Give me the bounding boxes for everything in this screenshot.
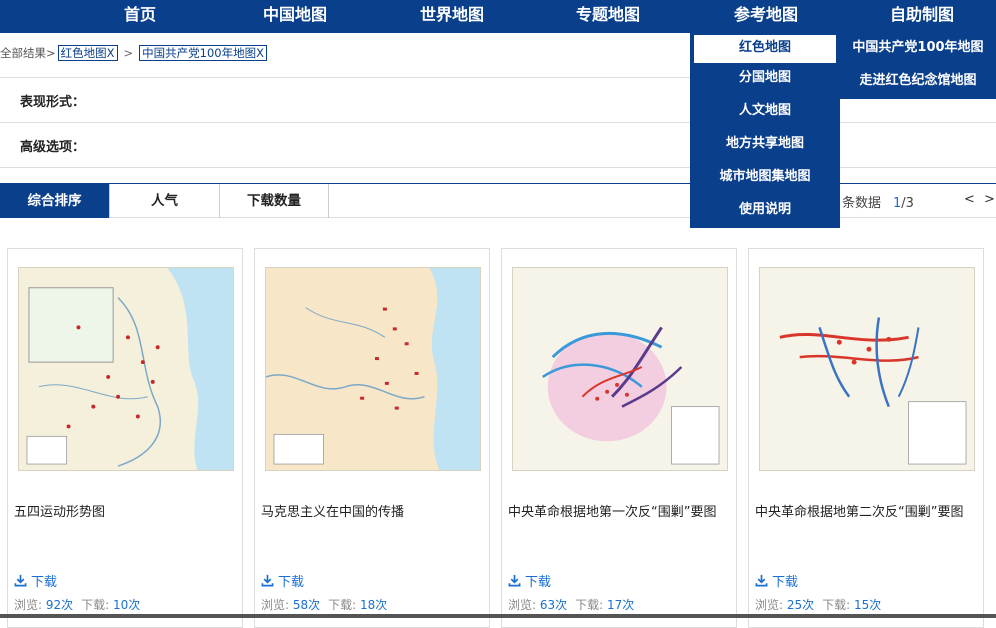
map-card: 中央革命根据地第二次反“围剿”要图 下载 浏览: 25次 下载: 15次 [748, 248, 984, 628]
menu-item-country-map[interactable]: 分国地图 [690, 63, 840, 96]
nav-china-map[interactable]: 中国地图 [245, 0, 345, 33]
nav-thematic-map[interactable]: 专题地图 [558, 0, 658, 33]
top-nav: 首页 中国地图 世界地图 专题地图 参考地图 自助制图 [0, 0, 996, 33]
map-title[interactable]: 五四运动形势图 [14, 501, 240, 520]
nav-reference-map[interactable]: 参考地图 [716, 0, 816, 33]
map-card: 五四运动形势图 下载 浏览: 92次 下载: 10次 [7, 248, 243, 628]
views-count: 25次 [786, 598, 815, 612]
download-icon [755, 574, 768, 587]
divider [0, 167, 996, 168]
download-link[interactable]: 下载 [14, 571, 57, 590]
form-filter-label: 表现形式： [20, 95, 86, 110]
result-count: 条数据 1/3 [842, 192, 914, 211]
views-label: 浏览: [508, 598, 537, 612]
views-count: 63次 [539, 598, 568, 612]
downloads-count: 15次 [854, 598, 882, 612]
menu-item-humanities-map[interactable]: 人文地图 [690, 96, 840, 129]
download-label: 下载 [31, 575, 58, 590]
sort-tab-comprehensive[interactable]: 综合排序 [0, 184, 110, 218]
downloads-label: 下载: [328, 598, 357, 612]
menu-item-red-map[interactable]: 红色地图 [694, 35, 836, 63]
download-icon [14, 574, 27, 587]
card-stats: 浏览: 25次 下载: 15次 [755, 596, 889, 613]
map-thumbnail[interactable] [512, 267, 728, 471]
views-count: 92次 [45, 598, 74, 612]
submenu-item-red-memorials[interactable]: 走进红色纪念馆地图 [840, 66, 996, 99]
map-thumbnail-image [266, 268, 480, 470]
views-label: 浏览: [261, 598, 290, 612]
downloads-count: 17次 [607, 598, 635, 612]
next-page-button[interactable]: > [984, 192, 995, 207]
map-title[interactable]: 中央革命根据地第一次反“围剿”要图 [508, 501, 734, 520]
sort-tab-popularity[interactable]: 人气 [110, 184, 220, 218]
views-label: 浏览: [755, 598, 784, 612]
map-card: 中央革命根据地第一次反“围剿”要图 下载 浏览: 63次 下载: 17次 [501, 248, 737, 628]
map-title[interactable]: 马克思主义在中国的传播 [261, 501, 487, 520]
breadcrumb: 全部结果> 红色地图X > 中国共产党100年地图X [0, 44, 269, 62]
views-label: 浏览: [14, 598, 43, 612]
breadcrumb-separator: > [123, 46, 134, 60]
download-link[interactable]: 下载 [508, 571, 551, 590]
reference-map-dropdown: 红色地图 分国地图 人文地图 地方共享地图 城市地图集地图 使用说明 [690, 33, 840, 228]
views-count: 58次 [292, 598, 321, 612]
menu-item-local-shared-map[interactable]: 地方共享地图 [690, 129, 840, 162]
map-thumbnail[interactable] [265, 267, 481, 471]
nav-home[interactable]: 首页 [95, 0, 185, 33]
filter-tag-red-map[interactable]: 红色地图X [57, 45, 118, 61]
menu-item-usage-guide[interactable]: 使用说明 [690, 195, 840, 228]
downloads-count: 18次 [360, 598, 388, 612]
map-card: 马克思主义在中国的传播 下载 浏览: 58次 下载: 18次 [254, 248, 490, 628]
map-thumbnail[interactable] [18, 267, 234, 471]
card-stats: 浏览: 58次 下载: 18次 [261, 596, 395, 613]
page-total: /3 [901, 196, 914, 211]
map-thumbnail-image [19, 268, 233, 470]
download-icon [261, 574, 274, 587]
download-link[interactable]: 下载 [261, 571, 304, 590]
menu-item-city-atlas-map[interactable]: 城市地图集地图 [690, 162, 840, 195]
downloads-count: 10次 [113, 598, 141, 612]
breadcrumb-root[interactable]: 全部结果> [0, 45, 56, 61]
map-thumbnail-image [760, 268, 974, 470]
download-link[interactable]: 下载 [755, 571, 798, 590]
sort-tab-downloads[interactable]: 下载数量 [220, 184, 329, 218]
card-stats: 浏览: 63次 下载: 17次 [508, 596, 642, 613]
downloads-label: 下载: [822, 598, 851, 612]
map-thumbnail-image [513, 268, 727, 470]
download-label: 下载 [278, 575, 305, 590]
map-thumbnail[interactable] [759, 267, 975, 471]
downloads-label: 下载: [81, 598, 110, 612]
download-label: 下载 [525, 575, 552, 590]
prev-page-button[interactable]: < [964, 192, 975, 207]
map-title[interactable]: 中央革命根据地第二次反“围剿”要图 [755, 501, 981, 520]
nav-self-mapping[interactable]: 自助制图 [872, 0, 972, 33]
download-label: 下载 [772, 575, 799, 590]
count-suffix: 条数据 [842, 196, 882, 211]
bottom-scroll-edge [0, 614, 996, 618]
downloads-label: 下载: [575, 598, 604, 612]
filter-tag-cpc-100[interactable]: 中国共产党100年地图X [139, 45, 267, 61]
red-map-submenu: 中国共产党100年地图 走进红色纪念馆地图 [840, 33, 996, 99]
divider [0, 122, 996, 123]
advanced-filter-label: 高级选项： [20, 140, 86, 155]
submenu-item-cpc-100[interactable]: 中国共产党100年地图 [840, 33, 996, 66]
download-icon [508, 574, 521, 587]
nav-world-map[interactable]: 世界地图 [402, 0, 502, 33]
card-stats: 浏览: 92次 下载: 10次 [14, 596, 148, 613]
